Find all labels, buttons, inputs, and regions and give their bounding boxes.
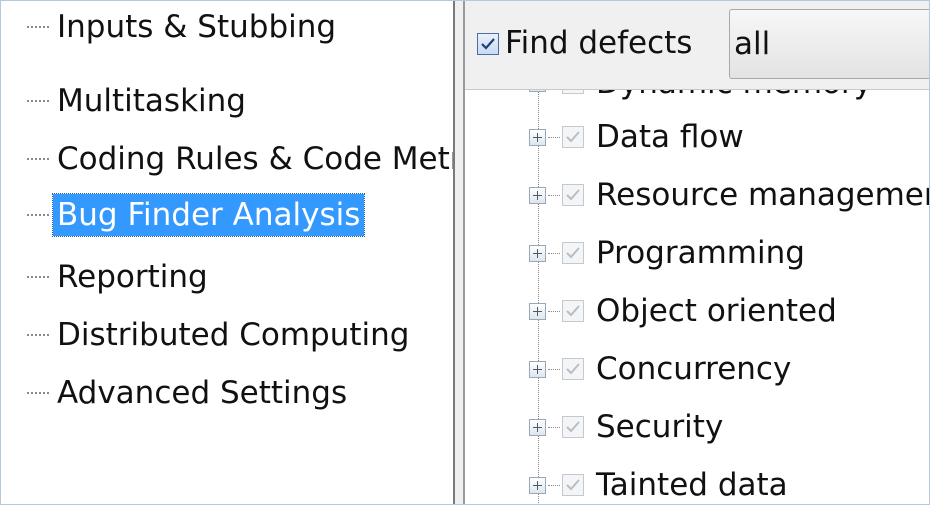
category-checkbox[interactable] [562, 184, 584, 206]
plus-box-icon[interactable] [529, 418, 546, 436]
tree-connector [27, 334, 49, 336]
find-defects-label: Find defects [505, 25, 693, 61]
category-label: Security [596, 409, 724, 445]
category-label: Tainted data [596, 467, 788, 503]
tree-connector [548, 368, 560, 370]
tree-connector [27, 392, 49, 394]
tree-connector [27, 214, 49, 216]
category-checkbox[interactable] [562, 416, 584, 438]
tree-connector [548, 252, 560, 254]
nav-item-advanced-settings[interactable]: Advanced Settings [27, 371, 351, 415]
tree-connector [548, 310, 560, 312]
category-label: Resource management [596, 177, 929, 213]
tree-item-programming[interactable]: Programming [529, 224, 805, 282]
category-checkbox[interactable] [562, 474, 584, 496]
category-checkbox[interactable] [562, 89, 584, 94]
checkmark-icon [566, 305, 580, 317]
nav-item-label: Reporting [57, 259, 208, 295]
tree-item-concurrency[interactable]: Concurrency [529, 340, 791, 398]
nav-item-bug-finder-analysis[interactable]: Bug Finder Analysis [27, 193, 366, 237]
tree-connector [27, 158, 49, 160]
plus-box-icon[interactable] [529, 302, 546, 320]
category-label: Object oriented [596, 293, 837, 329]
nav-item-reporting[interactable]: Reporting [27, 255, 212, 299]
options-window: Inputs & Stubbing Multitasking Coding Ru… [0, 0, 930, 505]
plus-box-icon[interactable] [529, 360, 546, 378]
checkmark-icon [566, 479, 580, 491]
tree-item-tainted-data[interactable]: Tainted data [529, 456, 788, 504]
nav-item-label: Distributed Computing [57, 317, 410, 353]
tree-connector [27, 276, 49, 278]
tree-connector [548, 194, 560, 196]
tree-connector [548, 426, 560, 428]
category-label: Programming [596, 235, 805, 271]
category-checkbox[interactable] [562, 300, 584, 322]
tree-item-data-flow[interactable]: Data flow [529, 108, 744, 166]
category-checkbox[interactable] [562, 242, 584, 264]
nav-item-label: Advanced Settings [57, 375, 348, 411]
nav-item-label: Multitasking [57, 83, 246, 119]
plus-box-icon[interactable] [529, 186, 546, 204]
plus-box-icon[interactable] [529, 90, 546, 92]
category-label: Data flow [596, 119, 744, 155]
find-defects-checkbox[interactable] [477, 33, 499, 55]
find-defects-select[interactable]: all [729, 9, 929, 79]
plus-box-icon[interactable] [529, 244, 546, 262]
category-checkbox[interactable] [562, 358, 584, 380]
nav-item-label: Inputs & Stubbing [57, 9, 337, 45]
nav-item-distributed-computing[interactable]: Distributed Computing [27, 313, 413, 357]
category-checkbox[interactable] [562, 126, 584, 148]
tree-connector [548, 136, 560, 138]
category-label: Concurrency [596, 351, 792, 387]
checkmark-icon [566, 247, 580, 259]
nav-item-inputs-stubbing[interactable]: Inputs & Stubbing [27, 5, 340, 49]
tree-item-security[interactable]: Security [529, 398, 723, 456]
tree-connector [548, 484, 560, 486]
options-nav-tree: Inputs & Stubbing Multitasking Coding Ru… [1, 1, 453, 504]
find-defects-row: Find defects all [465, 1, 929, 89]
nav-item-multitasking[interactable]: Multitasking [27, 79, 250, 123]
tree-connector [27, 100, 49, 102]
defect-category-tree: Dynamic memory Data flow Resource manage… [465, 89, 929, 504]
nav-item-label: Bug Finder Analysis [51, 193, 366, 237]
checkmark-icon [566, 131, 580, 143]
tree-connector [27, 26, 49, 28]
tree-item-object-oriented[interactable]: Object oriented [529, 282, 837, 340]
checkmark-icon [566, 189, 580, 201]
plus-box-icon[interactable] [529, 476, 546, 494]
bug-finder-panel: Find defects all Dynamic memory Data flo… [465, 1, 929, 504]
checkmark-icon [481, 38, 495, 50]
nav-item-label: Coding Rules & Code Metrics [57, 141, 453, 177]
checkmark-icon [564, 89, 582, 92]
panel-splitter[interactable] [453, 1, 465, 504]
tree-item-resource-management[interactable]: Resource management [529, 166, 929, 224]
plus-box-icon[interactable] [529, 128, 546, 146]
nav-item-coding-rules[interactable]: Coding Rules & Code Metrics [27, 137, 453, 181]
checkmark-icon [566, 363, 580, 375]
checkmark-icon [566, 421, 580, 433]
